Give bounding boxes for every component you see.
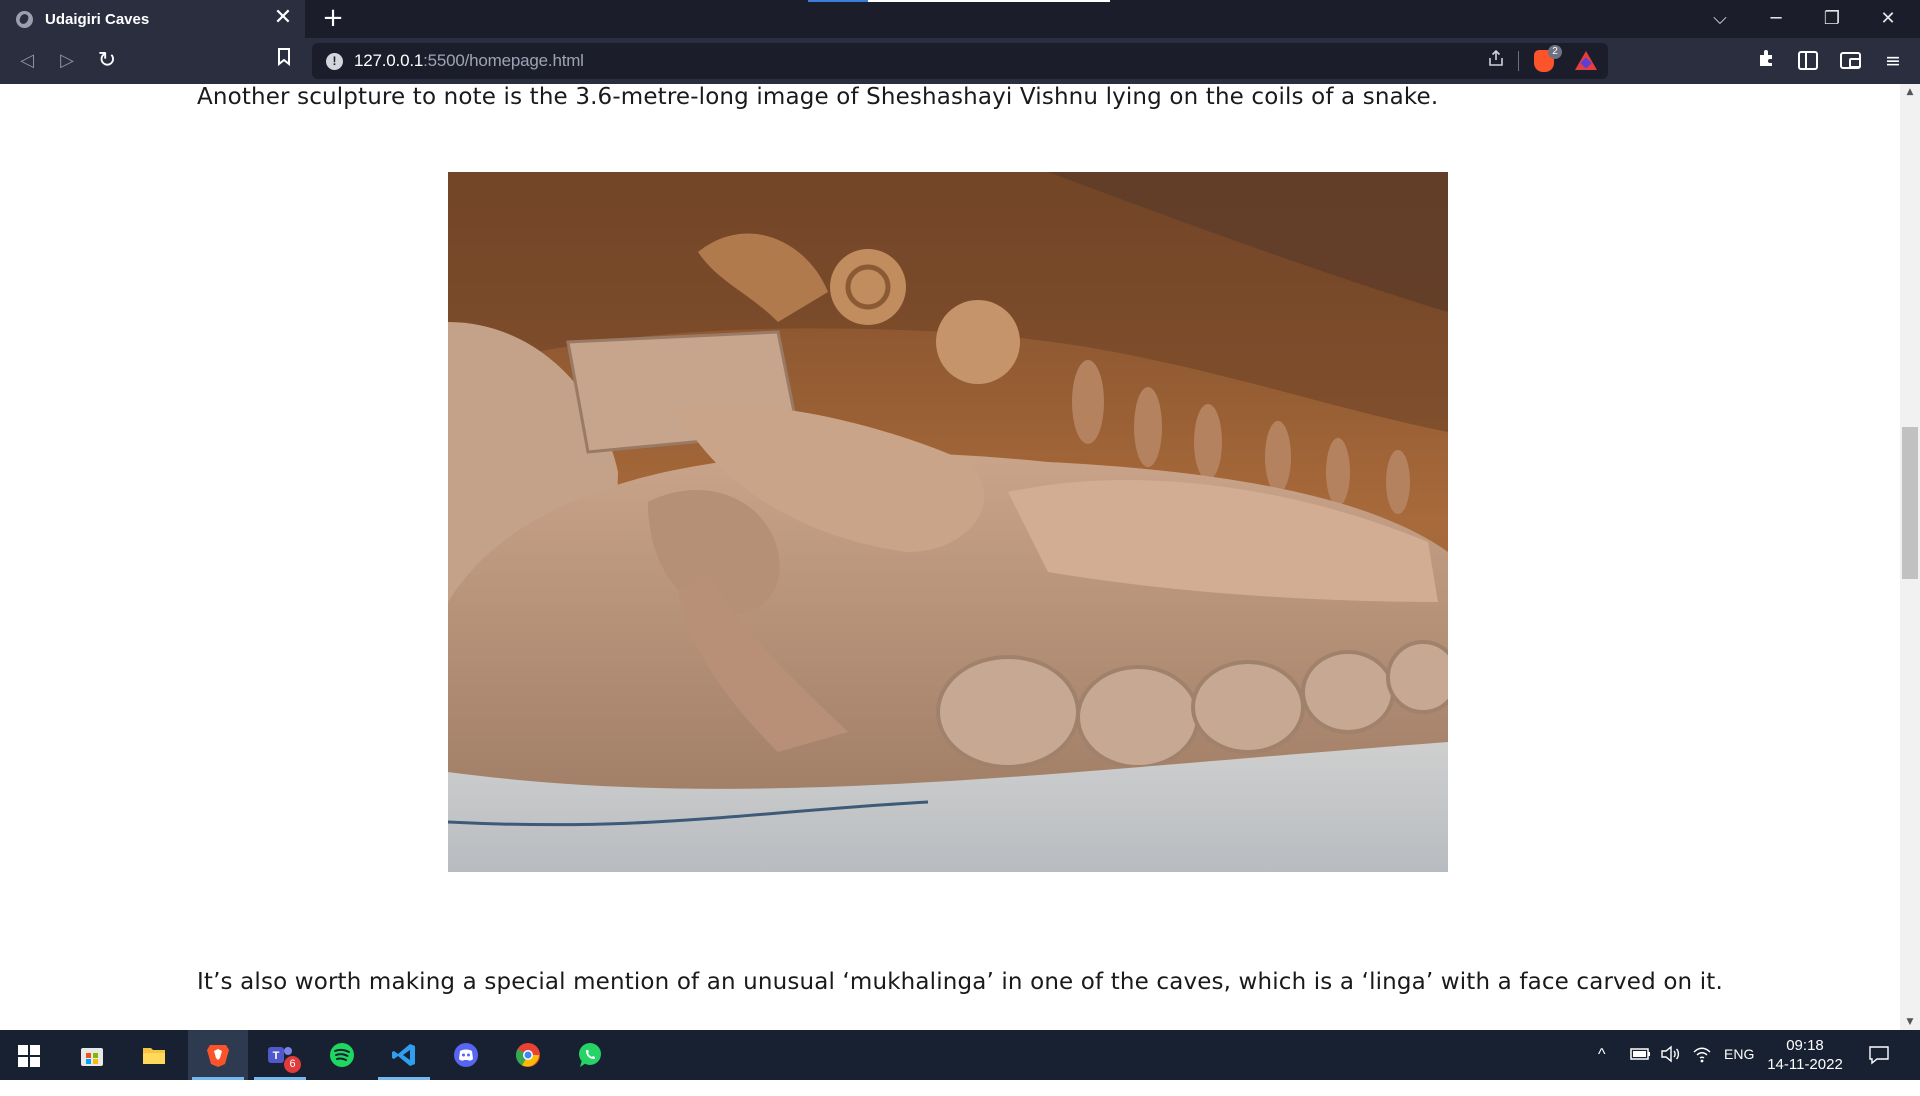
scrollbar-thumb[interactable] [1902,427,1918,579]
taskbar-teams[interactable]: T 6 [250,1030,310,1080]
extensions-icon[interactable] [1754,48,1780,74]
share-icon[interactable] [1484,49,1508,73]
forward-button[interactable]: ▷ [52,46,82,76]
new-tab-button[interactable]: + [318,4,348,34]
brave-rewards-icon[interactable] [1575,51,1597,70]
paragraph-mukhalinga: It’s also worth making a special mention… [197,969,1723,995]
taskbar-whatsapp[interactable] [560,1030,620,1080]
windows-logo-icon [18,1045,40,1067]
brave-icon [207,1045,229,1067]
tray-overflow-icon[interactable]: ^ [1598,1046,1606,1096]
reload-button[interactable]: ↻ [92,46,122,76]
url-text[interactable]: 127.0.0.1:5500/homepage.html [354,51,584,71]
close-tab-icon[interactable]: ✕ [271,7,295,31]
menu-icon[interactable]: ≡ [1880,48,1906,74]
notifications-icon[interactable] [1868,1044,1890,1094]
back-button[interactable]: ◁ [12,46,42,76]
volume-icon[interactable] [1660,1045,1680,1095]
loading-indicator [808,0,1110,2]
taskbar-vscode[interactable] [374,1030,434,1080]
close-window-button[interactable]: ✕ [1860,0,1916,38]
clock[interactable]: 09:18 14-11-2022 [1760,1036,1850,1074]
svg-text:T: T [273,1050,280,1062]
wifi-icon[interactable] [1692,1045,1712,1095]
wallet-icon[interactable] [1840,52,1861,69]
windows-taskbar: T 6 ^ ENG 09:18 14-11-2022 [0,1030,1920,1080]
store-icon [81,1048,103,1066]
language-indicator[interactable]: ENG [1724,1046,1754,1096]
taskbar-brave[interactable] [188,1030,248,1080]
taskbar-store[interactable] [62,1030,122,1080]
taskbar-chrome-dev[interactable] [498,1030,558,1080]
chrome-dev-icon [515,1043,540,1067]
url-path: :5500/homepage.html [423,51,584,70]
scroll-up-arrow[interactable]: ▲ [1900,84,1920,100]
globe-icon [16,10,33,28]
paragraph-sheshashayi: Another sculpture to note is the 3.6-met… [197,84,1439,110]
taskbar-spotify[interactable] [312,1030,372,1080]
url-host: 127.0.0.1 [354,51,424,70]
teams-badge: 6 [284,1056,301,1073]
taskbar-discord[interactable] [436,1030,496,1080]
tab-title: Udaigiri Caves [45,10,150,28]
site-info-icon[interactable]: ! [326,53,343,70]
reclining-vishnu-image [448,172,1448,872]
minimize-button[interactable]: ─ [1748,0,1804,38]
spotify-icon [330,1043,354,1067]
address-bar[interactable]: ! 127.0.0.1:5500/homepage.html 2 [312,43,1608,79]
discord-icon [454,1043,478,1067]
whatsapp-icon [579,1043,601,1067]
scroll-down-arrow[interactable]: ▼ [1900,1014,1920,1030]
tab-udaigiri-caves[interactable]: Udaigiri Caves ✕ [0,0,305,38]
address-bar-divider [1518,51,1519,71]
tab-strip: Udaigiri Caves ✕ + ⌵ ─ ❐ ✕ [0,0,1920,38]
tab-search-icon[interactable]: ⌵ [1692,0,1748,38]
browser-toolbar: ◁ ▷ ↻ ! 127.0.0.1:5500/homepage.html 2 ≡ [0,38,1920,84]
page-content: Another sculpture to note is the 3.6-met… [0,84,1900,1030]
vscode-icon [392,1044,415,1066]
taskbar-file-explorer[interactable] [124,1030,184,1080]
battery-icon[interactable] [1630,1047,1652,1061]
sidebar-icon[interactable] [1798,51,1818,70]
restore-button[interactable]: ❐ [1804,0,1860,38]
folder-icon [143,1048,165,1064]
page-scrollbar[interactable]: ▲ ▼ [1900,84,1920,1030]
shields-count-badge: 2 [1548,45,1562,59]
bookmark-icon[interactable] [272,47,296,75]
start-button[interactable] [0,1030,60,1080]
clock-time: 09:18 [1786,1037,1824,1054]
clock-date: 14-11-2022 [1767,1056,1843,1073]
